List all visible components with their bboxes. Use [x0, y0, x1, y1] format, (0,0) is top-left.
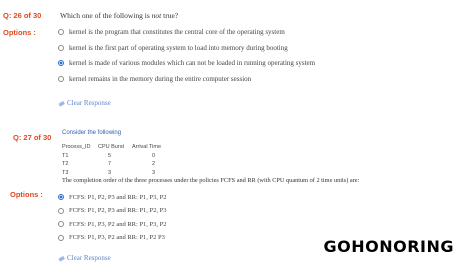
clear-response-label: Clear Response — [67, 99, 111, 107]
table-header: Process_ID — [62, 144, 91, 151]
answer-option[interactable]: FCFS: P1, P3, P2 and RR: P1, P3, P2 — [58, 219, 167, 229]
answer-option-label: kernel is the first part of operating sy… — [69, 43, 288, 52]
options-label: Options : — [10, 190, 43, 199]
question-text: The completion order of the three proces… — [62, 177, 360, 184]
table-cell: 3 — [108, 169, 112, 176]
question-number: Q: 26 of 30 — [3, 11, 42, 20]
table-cell: 7 — [108, 161, 112, 168]
table-header-row: Process_ID CPU Burst Arrival Time — [62, 143, 192, 152]
answer-option[interactable]: FCFS: P1, P3, P2 and RR: P1, P2 P3 — [58, 233, 165, 243]
radio-icon[interactable] — [58, 75, 64, 82]
table-header: CPU Burst — [98, 144, 124, 151]
radio-icon[interactable] — [58, 221, 64, 227]
question-number: Q: 27 of 30 — [13, 133, 52, 142]
table-row: T3 3 3 — [62, 169, 192, 178]
table-header: Arrival Time — [132, 144, 162, 151]
table-cell: 5 — [108, 152, 112, 159]
answer-option[interactable]: kernel is made of various modules which … — [58, 58, 315, 68]
answer-option-label: FCFS: P1, P2, P3 and RR: P1, P2, P3 — [69, 207, 167, 214]
answer-option-label: FCFS: P1, P3, P2 and RR: P1, P3, P2 — [69, 220, 167, 228]
question-text-suffix: true? — [161, 11, 179, 20]
radio-selected-icon[interactable] — [58, 194, 64, 200]
table-cell: T2 — [62, 161, 69, 168]
radio-icon[interactable] — [58, 44, 64, 51]
answer-option-label: kernel remains in the memory during the … — [69, 74, 252, 83]
eraser-icon — [58, 100, 65, 106]
radio-icon[interactable] — [58, 207, 64, 214]
table-cell: 0 — [152, 152, 156, 159]
table-cell: T3 — [62, 169, 69, 176]
answer-option[interactable]: kernel is the program that constitutes t… — [58, 27, 285, 37]
answer-option-label: FCFS: P1, P2, P3 and RR: P1, P3, P2 — [69, 193, 167, 201]
watermark-logo: GOHONORING — [323, 237, 454, 256]
clear-response-label: Clear Response — [67, 254, 111, 262]
answer-option-label: kernel is made of various modules which … — [69, 59, 316, 67]
radio-icon[interactable] — [58, 234, 64, 241]
table-cell: 2 — [152, 161, 156, 168]
answer-option[interactable]: kernel is the first part of operating sy… — [58, 43, 288, 53]
process-table: Process_ID CPU Burst Arrival Time T1 5 0… — [62, 143, 192, 177]
answer-option-label: kernel is the program that constitutes t… — [69, 28, 285, 36]
clear-response-button[interactable]: Clear Response — [58, 254, 111, 262]
question-text-emphasis: not — [151, 11, 162, 20]
answer-option[interactable]: FCFS: P1, P2, P3 and RR: P1, P3, P2 — [58, 192, 167, 202]
answer-option[interactable]: FCFS: P1, P2, P3 and RR: P1, P2, P3 — [58, 206, 167, 216]
table-row: T1 5 0 — [62, 152, 192, 161]
radio-icon[interactable] — [58, 29, 64, 35]
question-text: Which one of the following is not true? — [60, 11, 178, 20]
table-row: T2 7 2 — [62, 160, 192, 169]
options-label: Options : — [3, 28, 36, 37]
answer-option[interactable]: kernel remains in the memory during the … — [58, 74, 251, 84]
table-cell: T1 — [62, 152, 69, 159]
clear-response-button[interactable]: Clear Response — [58, 99, 111, 107]
eraser-icon — [58, 255, 65, 261]
table-cell: 3 — [152, 169, 156, 176]
question-text-prefix: Which one of the following is — [60, 11, 152, 20]
answer-option-label: FCFS: P1, P3, P2 and RR: P1, P2 P3 — [69, 234, 165, 241]
radio-selected-icon[interactable] — [58, 60, 64, 66]
question-intro: Consider the following — [62, 130, 122, 136]
